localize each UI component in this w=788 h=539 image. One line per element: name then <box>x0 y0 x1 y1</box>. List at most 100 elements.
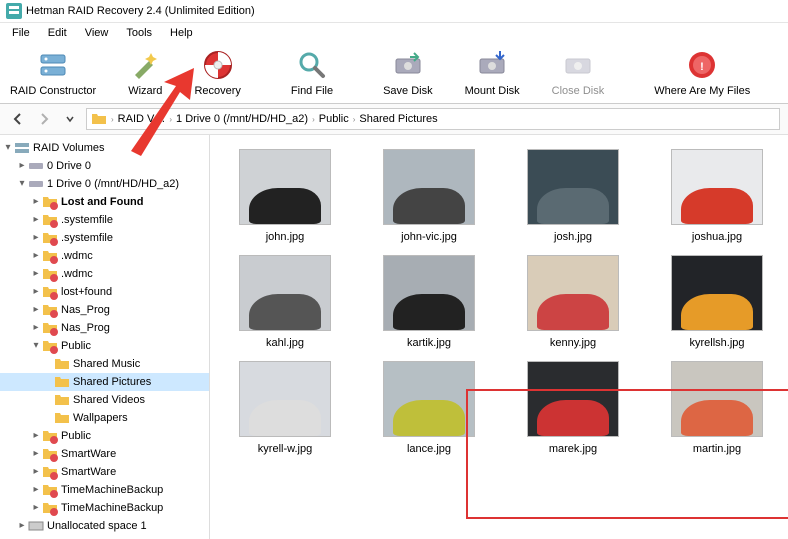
tree-item[interactable]: Shared Pictures <box>0 373 209 391</box>
thumbnail-caption: martin.jpg <box>693 443 741 455</box>
thumbnail-image <box>671 361 763 437</box>
breadcrumb-bar: › RAID V… › 1 Drive 0 (/mnt/HD/HD_a2) › … <box>0 104 788 135</box>
where-files-label: Where Are My Files <box>654 85 750 97</box>
wizard-icon <box>129 49 161 81</box>
wizard-button[interactable]: Wizard <box>128 49 162 97</box>
thumbnail-item[interactable]: kenny.jpg <box>508 251 638 353</box>
tree-item[interactable]: ▸.wdmc <box>0 265 209 283</box>
menu-help[interactable]: Help <box>162 25 201 41</box>
thumbnail-image <box>527 255 619 331</box>
folder-icon <box>54 374 70 390</box>
mount-disk-button[interactable]: Mount Disk <box>465 49 520 97</box>
breadcrumb-part[interactable]: Shared Pictures <box>359 113 437 125</box>
thumbnail-image <box>671 255 763 331</box>
chevron-right-icon: › <box>169 115 172 124</box>
disk-icon <box>28 176 44 192</box>
thumbnail-item[interactable]: kyrell-w.jpg <box>220 357 350 459</box>
thumbnail-caption: josh.jpg <box>554 231 592 243</box>
tree-raid-volumes[interactable]: ▾RAID Volumes <box>0 139 209 157</box>
thumbnail-item[interactable]: kyrellsh.jpg <box>652 251 782 353</box>
tree-item[interactable]: ▸Nas_Prog <box>0 301 209 319</box>
tree-item[interactable]: ▸SmartWare <box>0 463 209 481</box>
volumes-icon <box>14 140 30 156</box>
menu-file[interactable]: File <box>4 25 38 41</box>
chevron-right-icon: › <box>111 115 114 124</box>
thumbnail-item[interactable]: martin.jpg <box>652 357 782 459</box>
folder-alert-icon <box>42 428 58 444</box>
thumbnail-item[interactable]: kartik.jpg <box>364 251 494 353</box>
breadcrumb-part[interactable]: Public <box>319 113 349 125</box>
close-disk-label: Close Disk <box>552 85 605 97</box>
folder-icon <box>54 356 70 372</box>
tree-unallocated[interactable]: ▸Unallocated space 1 <box>0 517 209 535</box>
content-pane[interactable]: john.jpg john-vic.jpg josh.jpg joshua.jp… <box>210 135 788 539</box>
tree-item[interactable]: ▸TimeMachineBackup <box>0 499 209 517</box>
thumbnail-item[interactable]: kahl.jpg <box>220 251 350 353</box>
disk-icon <box>28 158 44 174</box>
thumbnail-item[interactable]: lance.jpg <box>364 357 494 459</box>
close-disk-icon <box>562 49 594 81</box>
thumbnail-item[interactable]: john-vic.jpg <box>364 145 494 247</box>
toolbar: RAID Constructor Wizard Recovery Find Fi… <box>0 43 788 104</box>
thumbnail-caption: john-vic.jpg <box>401 231 457 243</box>
save-disk-label: Save Disk <box>383 85 433 97</box>
sidebar-tree[interactable]: ▾RAID Volumes ▸0 Drive 0 ▾1 Drive 0 (/mn… <box>0 135 210 539</box>
tree-item[interactable]: ▸Nas_Prog <box>0 319 209 337</box>
tree-lost-and-found[interactable]: ▸Lost and Found <box>0 193 209 211</box>
menu-tools[interactable]: Tools <box>118 25 160 41</box>
find-file-button[interactable]: Find File <box>291 49 333 97</box>
folder-alert-icon <box>42 338 58 354</box>
menubar: File Edit View Tools Help <box>0 23 788 43</box>
thumbnail-caption: kahl.jpg <box>266 337 304 349</box>
menu-edit[interactable]: Edit <box>40 25 75 41</box>
tree-item[interactable]: ▸Public <box>0 427 209 445</box>
tree-item[interactable]: Shared Videos <box>0 391 209 409</box>
thumbnail-item[interactable]: josh.jpg <box>508 145 638 247</box>
raid-constructor-icon <box>37 49 69 81</box>
tree-item[interactable]: ▸.systemfile <box>0 211 209 229</box>
breadcrumb-path[interactable]: › RAID V… › 1 Drive 0 (/mnt/HD/HD_a2) › … <box>86 108 780 130</box>
tree-item[interactable]: ▸.wdmc <box>0 247 209 265</box>
tree-item[interactable]: ▸TimeMachineBackup <box>0 481 209 499</box>
window-title: Hetman RAID Recovery 2.4 (Unlimited Edit… <box>26 5 255 17</box>
thumbnail-caption: marek.jpg <box>549 443 597 455</box>
tree-drive0[interactable]: ▸0 Drive 0 <box>0 157 209 175</box>
tree-item[interactable]: ▸.systemfile <box>0 229 209 247</box>
save-disk-button[interactable]: Save Disk <box>383 49 433 97</box>
thumbnail-item[interactable]: john.jpg <box>220 145 350 247</box>
folder-alert-icon <box>42 248 58 264</box>
app-icon <box>6 3 22 19</box>
tree-item[interactable]: Shared Music <box>0 355 209 373</box>
svg-text:!: ! <box>700 61 704 73</box>
folder-alert-icon <box>42 500 58 516</box>
folder-icon <box>54 392 70 408</box>
thumbnail-image <box>383 361 475 437</box>
breadcrumb-part[interactable]: RAID V… <box>118 113 166 125</box>
recovery-button[interactable]: Recovery <box>194 49 240 97</box>
recovery-icon <box>202 49 234 81</box>
nav-back-button[interactable] <box>8 110 28 128</box>
tree-item[interactable]: ▸SmartWare <box>0 445 209 463</box>
nav-dropdown-button[interactable] <box>60 110 80 128</box>
folder-alert-icon <box>42 302 58 318</box>
tree-public[interactable]: ▾Public <box>0 337 209 355</box>
thumbnail-item[interactable]: marek.jpg <box>508 357 638 459</box>
thumbnail-caption: kenny.jpg <box>550 337 596 349</box>
thumbnail-caption: kyrell-w.jpg <box>258 443 312 455</box>
thumbnail-caption: joshua.jpg <box>692 231 742 243</box>
unallocated-icon <box>28 518 44 534</box>
thumbnail-caption: john.jpg <box>266 231 305 243</box>
tree-drive1[interactable]: ▾1 Drive 0 (/mnt/HD/HD_a2) <box>0 175 209 193</box>
menu-view[interactable]: View <box>77 25 117 41</box>
tree-item[interactable]: Wallpapers <box>0 409 209 427</box>
mount-disk-label: Mount Disk <box>465 85 520 97</box>
breadcrumb-part[interactable]: 1 Drive 0 (/mnt/HD/HD_a2) <box>176 113 308 125</box>
nav-forward-button[interactable] <box>34 110 54 128</box>
thumbnail-grid: john.jpg john-vic.jpg josh.jpg joshua.jp… <box>220 145 778 459</box>
tree-item[interactable]: ▸lost+found <box>0 283 209 301</box>
thumbnail-item[interactable]: joshua.jpg <box>652 145 782 247</box>
where-files-button[interactable]: ! Where Are My Files <box>654 49 750 97</box>
folder-alert-icon <box>42 212 58 228</box>
raid-constructor-button[interactable]: RAID Constructor <box>10 49 96 97</box>
main-area: ▾RAID Volumes ▸0 Drive 0 ▾1 Drive 0 (/mn… <box>0 135 788 539</box>
